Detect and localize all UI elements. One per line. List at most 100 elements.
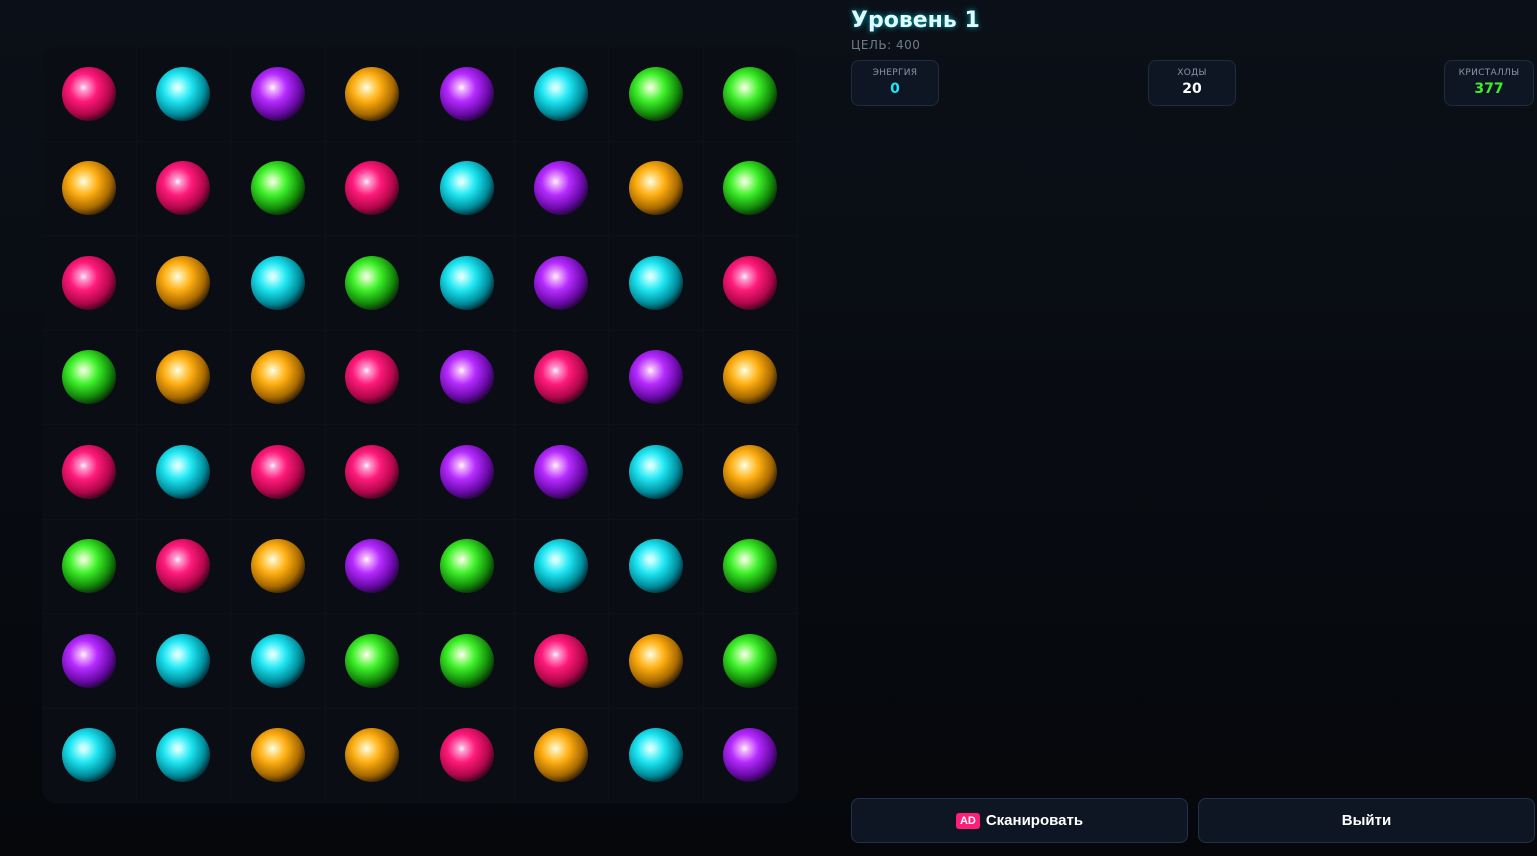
board-cell[interactable] bbox=[514, 330, 609, 425]
board-cell[interactable] bbox=[420, 708, 515, 803]
board-cell[interactable] bbox=[231, 519, 326, 614]
board-cell[interactable] bbox=[325, 47, 420, 142]
board-cell[interactable] bbox=[609, 519, 704, 614]
board-cell[interactable] bbox=[420, 236, 515, 331]
board-cell[interactable] bbox=[325, 236, 420, 331]
purple-orb[interactable] bbox=[723, 728, 778, 783]
pink-orb[interactable] bbox=[61, 444, 116, 499]
board-cell[interactable] bbox=[703, 47, 798, 142]
purple-orb[interactable] bbox=[534, 444, 589, 499]
green-orb[interactable] bbox=[723, 161, 778, 216]
board-cell[interactable] bbox=[136, 141, 231, 236]
board-cell[interactable] bbox=[231, 141, 326, 236]
board-cell[interactable] bbox=[609, 47, 704, 142]
purple-orb[interactable] bbox=[439, 66, 494, 121]
green-orb[interactable] bbox=[439, 539, 494, 594]
orange-orb[interactable] bbox=[345, 66, 400, 121]
green-orb[interactable] bbox=[61, 350, 116, 405]
board-cell[interactable] bbox=[609, 708, 704, 803]
board-cell[interactable] bbox=[136, 236, 231, 331]
board-cell[interactable] bbox=[136, 708, 231, 803]
exit-button[interactable]: Выйти bbox=[1198, 798, 1535, 843]
cyan-orb[interactable] bbox=[628, 539, 683, 594]
pink-orb[interactable] bbox=[534, 633, 589, 688]
board-cell[interactable] bbox=[703, 519, 798, 614]
cyan-orb[interactable] bbox=[250, 255, 305, 310]
green-orb[interactable] bbox=[250, 161, 305, 216]
cyan-orb[interactable] bbox=[439, 255, 494, 310]
board-cell[interactable] bbox=[136, 425, 231, 520]
purple-orb[interactable] bbox=[534, 161, 589, 216]
board-cell[interactable] bbox=[325, 614, 420, 709]
green-orb[interactable] bbox=[723, 66, 778, 121]
board-cell[interactable] bbox=[231, 614, 326, 709]
board-cell[interactable] bbox=[42, 519, 137, 614]
board-cell[interactable] bbox=[609, 141, 704, 236]
orange-orb[interactable] bbox=[534, 728, 589, 783]
board-cell[interactable] bbox=[231, 708, 326, 803]
board-cell[interactable] bbox=[514, 425, 609, 520]
green-orb[interactable] bbox=[345, 633, 400, 688]
board-cell[interactable] bbox=[325, 708, 420, 803]
board-cell[interactable] bbox=[703, 708, 798, 803]
board-cell[interactable] bbox=[514, 708, 609, 803]
board-cell[interactable] bbox=[42, 425, 137, 520]
cyan-orb[interactable] bbox=[156, 728, 211, 783]
board-cell[interactable] bbox=[42, 141, 137, 236]
board-cell[interactable] bbox=[42, 236, 137, 331]
pink-orb[interactable] bbox=[439, 728, 494, 783]
board-cell[interactable] bbox=[420, 519, 515, 614]
cyan-orb[interactable] bbox=[628, 255, 683, 310]
board-cell[interactable] bbox=[42, 47, 137, 142]
purple-orb[interactable] bbox=[439, 444, 494, 499]
board-cell[interactable] bbox=[325, 425, 420, 520]
board-cell[interactable] bbox=[136, 614, 231, 709]
pink-orb[interactable] bbox=[345, 350, 400, 405]
board-cell[interactable] bbox=[42, 614, 137, 709]
purple-orb[interactable] bbox=[534, 255, 589, 310]
board-cell[interactable] bbox=[231, 236, 326, 331]
board-cell[interactable] bbox=[136, 519, 231, 614]
orange-orb[interactable] bbox=[250, 350, 305, 405]
board-cell[interactable] bbox=[136, 47, 231, 142]
board-cell[interactable] bbox=[420, 425, 515, 520]
pink-orb[interactable] bbox=[345, 444, 400, 499]
green-orb[interactable] bbox=[628, 66, 683, 121]
cyan-orb[interactable] bbox=[439, 161, 494, 216]
orange-orb[interactable] bbox=[250, 539, 305, 594]
board-cell[interactable] bbox=[231, 425, 326, 520]
board-cell[interactable] bbox=[42, 708, 137, 803]
board-cell[interactable] bbox=[420, 47, 515, 142]
cyan-orb[interactable] bbox=[534, 66, 589, 121]
purple-orb[interactable] bbox=[250, 66, 305, 121]
board-cell[interactable] bbox=[703, 425, 798, 520]
board-cell[interactable] bbox=[514, 614, 609, 709]
purple-orb[interactable] bbox=[345, 539, 400, 594]
green-orb[interactable] bbox=[723, 633, 778, 688]
orange-orb[interactable] bbox=[628, 633, 683, 688]
board-cell[interactable] bbox=[325, 141, 420, 236]
board-cell[interactable] bbox=[609, 614, 704, 709]
cyan-orb[interactable] bbox=[250, 633, 305, 688]
purple-orb[interactable] bbox=[61, 633, 116, 688]
board-cell[interactable] bbox=[703, 330, 798, 425]
board-cell[interactable] bbox=[231, 330, 326, 425]
cyan-orb[interactable] bbox=[156, 633, 211, 688]
board-cell[interactable] bbox=[514, 519, 609, 614]
orange-orb[interactable] bbox=[723, 350, 778, 405]
green-orb[interactable] bbox=[345, 255, 400, 310]
cyan-orb[interactable] bbox=[628, 444, 683, 499]
green-orb[interactable] bbox=[723, 539, 778, 594]
orange-orb[interactable] bbox=[156, 350, 211, 405]
pink-orb[interactable] bbox=[156, 539, 211, 594]
purple-orb[interactable] bbox=[628, 350, 683, 405]
pink-orb[interactable] bbox=[250, 444, 305, 499]
pink-orb[interactable] bbox=[61, 255, 116, 310]
cyan-orb[interactable] bbox=[534, 539, 589, 594]
scan-button[interactable]: AD Сканировать bbox=[851, 798, 1188, 843]
cyan-orb[interactable] bbox=[628, 728, 683, 783]
pink-orb[interactable] bbox=[156, 161, 211, 216]
board-cell[interactable] bbox=[703, 141, 798, 236]
pink-orb[interactable] bbox=[534, 350, 589, 405]
board-cell[interactable] bbox=[514, 141, 609, 236]
